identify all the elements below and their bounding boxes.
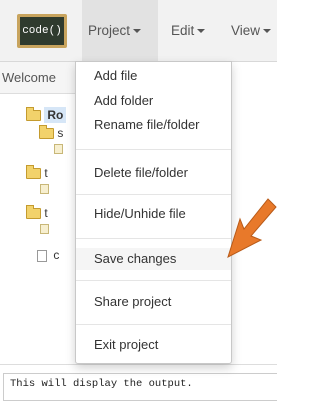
tree-root-label: Ro: [44, 107, 67, 123]
menu-item-delete[interactable]: Delete file/folder: [76, 162, 231, 184]
project-menu-label: Project: [88, 23, 131, 38]
menu-divider: [76, 280, 231, 281]
folder-open-icon: [26, 107, 41, 122]
tree-file-label: c: [53, 248, 60, 262]
project-dropdown-menu: Add file Add folder Rename file/folder D…: [75, 61, 232, 364]
tree-file-small[interactable]: [40, 223, 49, 237]
file-icon: [37, 249, 47, 262]
menu-divider: [76, 238, 231, 239]
view-menu-label: View: [231, 23, 261, 38]
edit-menu-toggle[interactable]: Edit: [165, 0, 206, 61]
tree-file[interactable]: c: [37, 248, 59, 262]
file-icon: [54, 144, 63, 154]
folder-open-icon: [26, 165, 41, 180]
arrow-shape: [227, 198, 277, 258]
tree-folder-1[interactable]: s: [39, 125, 64, 140]
chevron-down-icon: [263, 29, 272, 34]
menu-item-add-file[interactable]: Add file: [76, 65, 231, 87]
folder-open-icon: [39, 125, 54, 140]
menu-divider: [76, 324, 231, 325]
file-icon: [40, 224, 49, 234]
navbar: code() Project Edit View: [0, 0, 277, 62]
menu-divider: [76, 194, 231, 195]
menu-item-save-changes[interactable]: Save changes: [76, 248, 231, 270]
menu-item-rename[interactable]: Rename file/folder: [76, 114, 231, 136]
edit-menu-label: Edit: [171, 23, 195, 38]
tree-file-small[interactable]: [54, 143, 63, 157]
tree-folder-3[interactable]: t: [26, 205, 48, 220]
tree-file-small[interactable]: [40, 183, 49, 197]
tree-root[interactable]: Ro: [26, 107, 67, 123]
menu-item-share-project[interactable]: Share project: [76, 291, 231, 313]
tree-folder-label: t: [44, 166, 48, 180]
file-icon: [40, 184, 49, 194]
project-menu-toggle[interactable]: Project: [82, 0, 158, 61]
menu-item-add-folder[interactable]: Add folder: [76, 90, 231, 112]
chevron-down-icon: [197, 29, 206, 34]
menu-item-exit-project[interactable]: Exit project: [76, 334, 231, 356]
output-console: This will display the output.: [3, 373, 277, 401]
view-menu-toggle[interactable]: View: [225, 0, 272, 61]
tree-folder-label: t: [44, 206, 48, 220]
folder-open-icon: [26, 205, 41, 220]
menu-divider: [76, 149, 231, 150]
chevron-down-icon: [133, 29, 142, 34]
tree-folder-2[interactable]: t: [26, 165, 48, 180]
tree-folder-label: s: [57, 126, 64, 140]
menu-item-hide-unhide[interactable]: Hide/Unhide file: [76, 203, 231, 225]
app-logo[interactable]: code(): [17, 14, 67, 48]
welcome-tab[interactable]: Welcome: [0, 62, 80, 94]
